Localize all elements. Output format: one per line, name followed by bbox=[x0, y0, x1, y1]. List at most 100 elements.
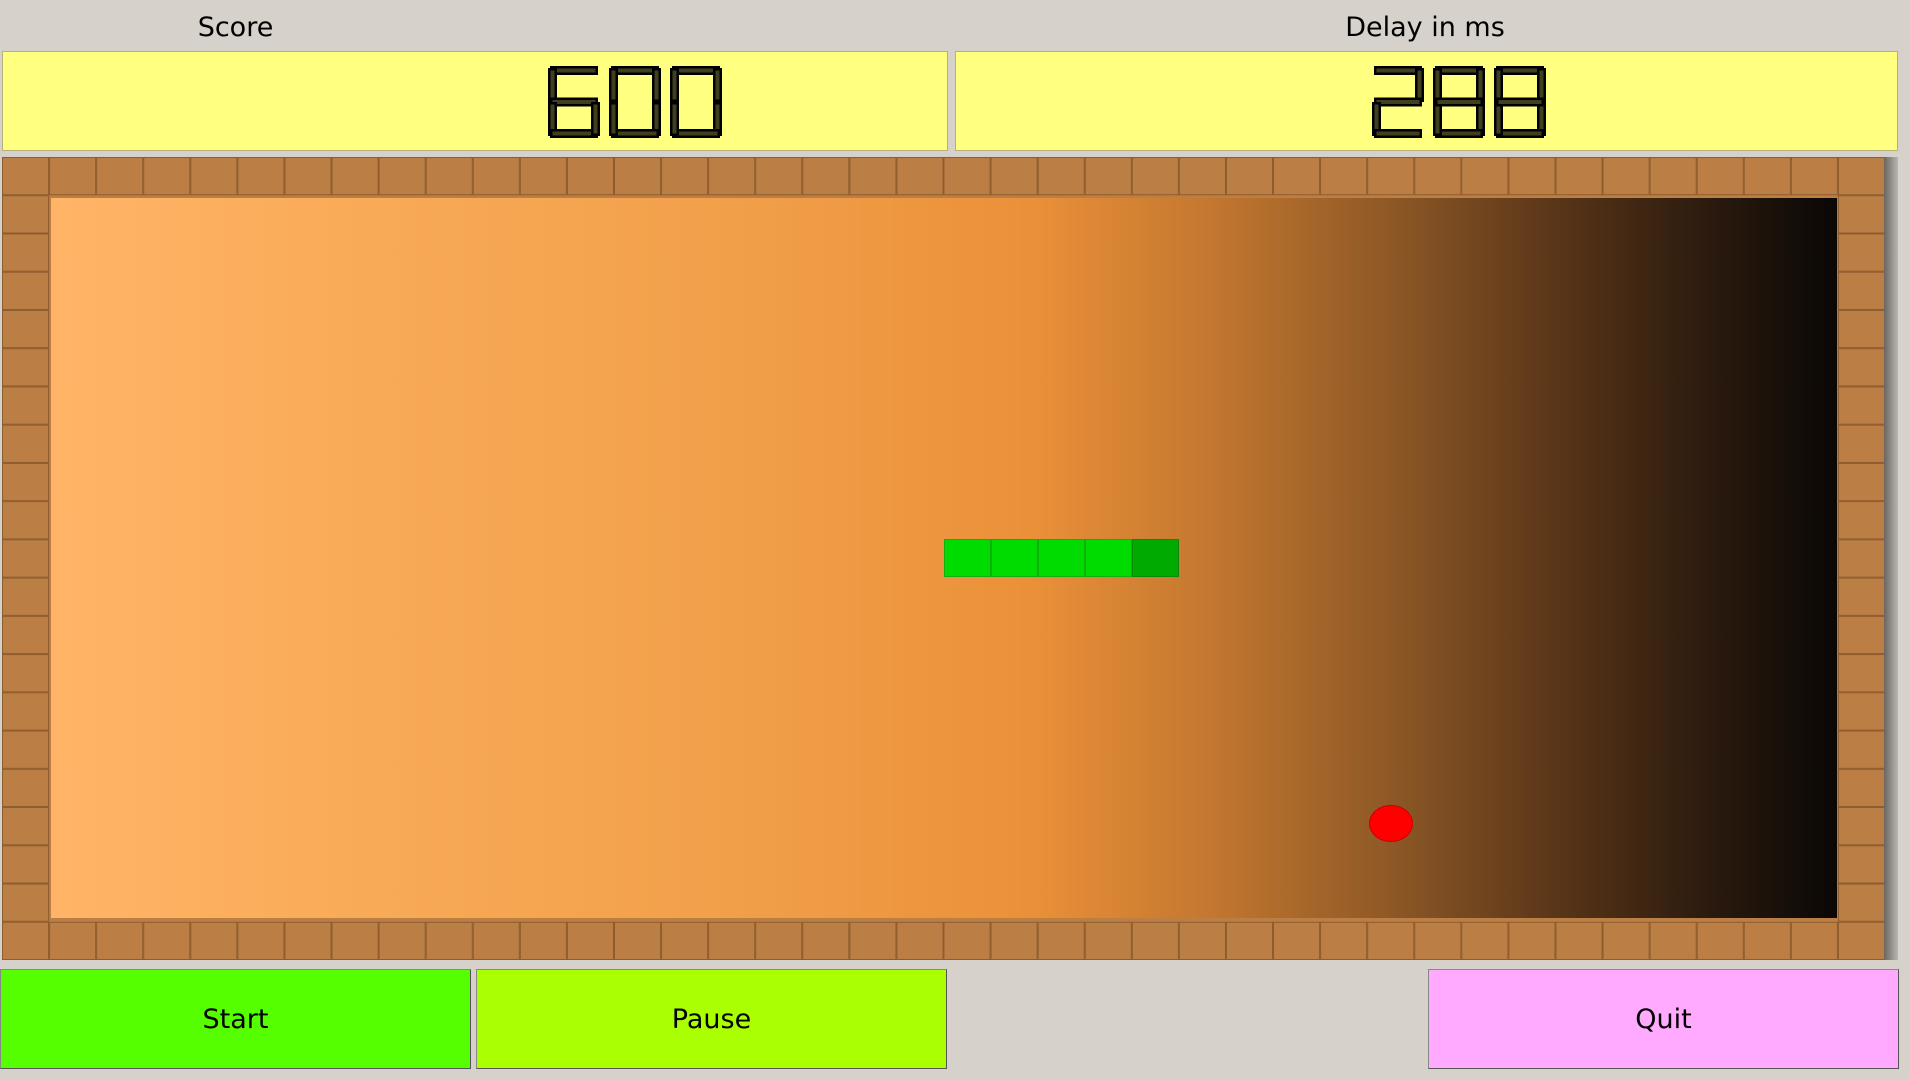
wall-brick bbox=[284, 157, 332, 196]
lcd-segment-highlight bbox=[1437, 131, 1481, 136]
wall-brick bbox=[566, 157, 614, 196]
lcd-segment-highlight bbox=[1437, 100, 1481, 104]
lcd-segment-highlight bbox=[654, 70, 659, 100]
wall-brick bbox=[1555, 921, 1603, 960]
wall-brick bbox=[1178, 921, 1226, 960]
wall-brick bbox=[1131, 921, 1179, 960]
wall-brick bbox=[190, 157, 238, 196]
lcd-segment-highlight bbox=[611, 70, 616, 100]
wall-brick bbox=[2, 348, 50, 387]
wall-brick bbox=[331, 157, 379, 196]
wall-brick bbox=[1837, 845, 1886, 884]
snake-game-window: Score Delay in ms Start Pause Quit bbox=[0, 0, 1909, 1079]
wall-brick bbox=[2, 807, 50, 846]
wall-brick bbox=[143, 921, 191, 960]
lcd-segment-highlight bbox=[1376, 131, 1420, 136]
lcd-segment-highlight bbox=[611, 104, 616, 134]
wall-brick bbox=[96, 157, 144, 196]
wall-brick bbox=[1084, 157, 1132, 196]
wall-brick bbox=[1837, 730, 1886, 769]
lcd-segment-highlight bbox=[1498, 131, 1542, 136]
lcd-segment-highlight bbox=[1539, 70, 1544, 100]
wall-brick bbox=[519, 921, 567, 960]
game-board bbox=[2, 157, 1895, 960]
lcd-segment-highlight bbox=[674, 131, 718, 136]
lcd-digit bbox=[609, 66, 661, 138]
lcd-segment-highlight bbox=[715, 70, 720, 100]
wall-brick bbox=[2, 615, 50, 655]
pause-button[interactable]: Pause bbox=[476, 969, 947, 1069]
wall-brick bbox=[1837, 233, 1886, 272]
wall-brick bbox=[1367, 921, 1415, 960]
lcd-digit bbox=[1494, 66, 1546, 138]
board-edge bbox=[1884, 157, 1898, 960]
wall-brick bbox=[1131, 157, 1179, 196]
wall-brick bbox=[49, 921, 97, 960]
wall-brick bbox=[943, 157, 991, 196]
delay-digits bbox=[1372, 66, 1546, 138]
lcd-segment-highlight bbox=[550, 70, 555, 100]
wall-brick bbox=[1837, 577, 1886, 616]
wall-brick bbox=[1273, 157, 1321, 196]
wall-brick bbox=[1602, 921, 1650, 960]
delay-display bbox=[955, 51, 1898, 151]
wall-brick bbox=[1508, 921, 1556, 960]
wall-brick bbox=[2, 233, 50, 272]
wall-brick bbox=[1320, 921, 1368, 960]
lcd-digit bbox=[1372, 66, 1424, 138]
play-field bbox=[51, 198, 1837, 918]
wall-brick bbox=[802, 157, 850, 196]
wall-brick bbox=[2, 883, 50, 922]
lcd-segment-highlight bbox=[613, 68, 657, 73]
lcd-segment-highlight bbox=[1478, 70, 1483, 100]
lcd-segment-highlight bbox=[1498, 68, 1542, 73]
wall-brick bbox=[1037, 921, 1085, 960]
wall-brick bbox=[1461, 157, 1509, 196]
wall-brick bbox=[2, 195, 50, 234]
wall-brick bbox=[849, 157, 897, 196]
wall-brick bbox=[2, 845, 50, 884]
wall-brick bbox=[1837, 462, 1886, 502]
lcd-segment-highlight bbox=[1376, 100, 1420, 104]
wall-brick bbox=[331, 921, 379, 960]
wall-brick bbox=[1837, 921, 1886, 960]
wall-brick bbox=[2, 768, 50, 808]
wall-brick bbox=[1273, 921, 1321, 960]
wall-brick bbox=[1414, 921, 1462, 960]
wall-brick bbox=[472, 921, 520, 960]
lcd-segment-highlight bbox=[672, 104, 677, 134]
wall-brick bbox=[190, 921, 238, 960]
wall-brick bbox=[1367, 157, 1415, 196]
wall-brick bbox=[802, 921, 850, 960]
wall-brick bbox=[1320, 157, 1368, 196]
lcd-digit bbox=[1433, 66, 1485, 138]
wall-brick bbox=[2, 730, 50, 769]
lcd-segment-highlight bbox=[1498, 100, 1542, 104]
lcd-digit bbox=[548, 66, 600, 138]
wall-brick bbox=[896, 157, 944, 196]
wall-brick bbox=[425, 921, 473, 960]
score-digits bbox=[548, 66, 722, 138]
snake-segment bbox=[1085, 539, 1132, 577]
lcd-segment-highlight bbox=[552, 100, 596, 104]
wall-brick bbox=[237, 157, 285, 196]
start-button[interactable]: Start bbox=[0, 969, 471, 1069]
wall-brick bbox=[708, 157, 756, 196]
wall-brick bbox=[1837, 195, 1886, 234]
wall-brick bbox=[2, 692, 50, 731]
wall-brick bbox=[1743, 921, 1791, 960]
wall-brick bbox=[1414, 157, 1462, 196]
wall-brick bbox=[2, 921, 50, 960]
wall-brick bbox=[519, 157, 567, 196]
quit-button[interactable]: Quit bbox=[1428, 969, 1899, 1069]
wall-brick bbox=[1696, 921, 1744, 960]
wall-brick bbox=[2, 654, 50, 693]
wall-brick bbox=[472, 157, 520, 196]
wall-brick bbox=[2, 539, 50, 578]
lcd-segment-highlight bbox=[552, 131, 596, 136]
wall-brick bbox=[1837, 539, 1886, 578]
wall-brick bbox=[378, 921, 426, 960]
lcd-segment-highlight bbox=[552, 68, 596, 73]
wall-brick bbox=[1837, 271, 1886, 310]
wall-brick bbox=[1837, 501, 1886, 540]
